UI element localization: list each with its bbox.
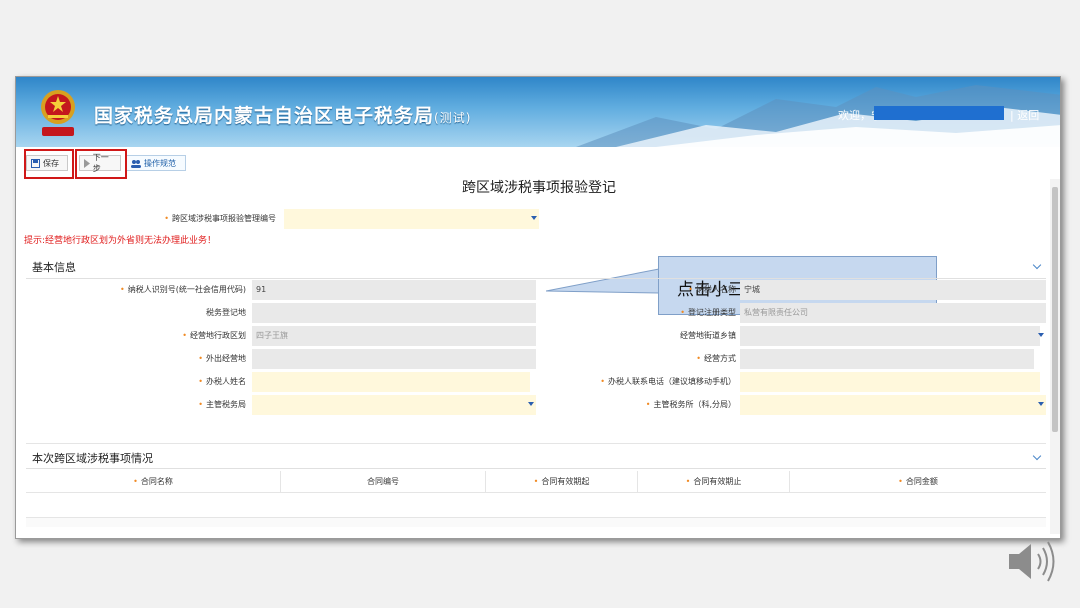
street-select[interactable] — [740, 326, 1040, 346]
column-header: • 合同有效期起 — [486, 471, 638, 493]
highlight-box-save — [24, 149, 74, 179]
highlight-box-next — [75, 149, 127, 179]
vertical-scrollbar[interactable] — [1050, 179, 1060, 534]
speaker-icon[interactable] — [1005, 534, 1060, 589]
taxpayer-id-field: 91 — [252, 280, 536, 300]
tax-emblem-icon — [41, 90, 75, 136]
reg-type-field: 私营有限责任公司 — [740, 303, 1046, 323]
table-footer — [26, 517, 1046, 527]
taxpayer-name-field: 宁城 — [740, 280, 1046, 300]
form-title: 跨区域涉税事项报验登记 — [462, 180, 616, 196]
return-link[interactable]: | 返回 — [1010, 107, 1039, 123]
users-icon — [131, 159, 141, 168]
collapse-chevron-icon[interactable] — [1032, 260, 1042, 270]
column-header: • 合同金额 — [898, 477, 938, 486]
contracts-title: 本次跨区域涉税事项情况 — [32, 452, 153, 465]
site-title: 国家税务总局内蒙古自治区电子税务局(测试) — [94, 105, 472, 127]
screenshot-frame: 国家税务总局内蒙古自治区电子税务局(测试) 欢迎，宁 | 返回 保存 下一步 操… — [15, 76, 1061, 539]
handler-phone-label: • 办税人联系电话（建议填移动手机） — [600, 377, 736, 386]
contracts-table-header: • 合同名称 合同编号 • 合同有效期起 • 合同有效期止 • 合同金额 — [26, 471, 1046, 493]
business-mode-field[interactable] — [740, 349, 1034, 369]
warning-text: 提示:经营地行政区划为外省则无法办理此业务！ — [24, 236, 217, 246]
street-dropdown-caret-icon[interactable] — [1038, 333, 1044, 337]
basic-info-title: 基本信息 — [32, 261, 76, 274]
contracts-section-header[interactable]: 本次跨区域涉税事项情况 — [26, 443, 1046, 469]
header-banner: 国家税务总局内蒙古自治区电子税务局(测试) 欢迎，宁 | 返回 — [16, 77, 1060, 147]
column-header: • 合同有效期止 — [638, 471, 790, 493]
street-label: 经营地街道乡镇 — [680, 331, 736, 340]
tax-office-select[interactable] — [740, 395, 1046, 415]
handler-name-label: • 办税人姓名 — [198, 377, 246, 386]
tax-office-label: • 主管税务所（科,分局） — [645, 400, 736, 409]
outbound-place-field — [252, 349, 536, 369]
required-star: • — [164, 214, 169, 223]
scrollbar-thumb[interactable] — [1052, 187, 1058, 432]
handler-phone-input[interactable] — [740, 372, 1040, 392]
reg-type-label: • 登记注册类型 — [680, 308, 736, 317]
site-title-suffix: (测试) — [434, 111, 472, 125]
mgmt-no-dropdown-caret-icon[interactable] — [531, 216, 537, 220]
collapse-chevron-icon[interactable] — [1032, 451, 1042, 461]
mgmt-no-select[interactable] — [284, 209, 539, 229]
username-redaction — [874, 106, 1004, 120]
tax-office-dropdown-caret-icon[interactable] — [1038, 402, 1044, 406]
handler-name-input[interactable] — [252, 372, 530, 392]
tax-bureau-dropdown-caret-icon[interactable] — [528, 402, 534, 406]
tax-bureau-label: • 主管税务局 — [198, 400, 246, 409]
tax-reg-place-field — [252, 303, 536, 323]
business-mode-label: • 经营方式 — [696, 354, 736, 363]
tax-bureau-select[interactable] — [252, 395, 536, 415]
operation-guide-button[interactable]: 操作规范 — [126, 155, 186, 171]
taxpayer-name-label: • 纳税人名称 — [688, 285, 736, 294]
mgmt-no-label: • 跨区域涉税事项报验管理编号 — [164, 214, 276, 223]
outbound-place-label: • 外出经营地 — [198, 354, 246, 363]
operation-guide-label: 操作规范 — [144, 158, 176, 168]
admin-region-label: • 经营地行政区划 — [182, 331, 246, 340]
toolbar: 保存 下一步 操作规范 — [16, 147, 1060, 177]
taxpayer-id-label: • 纳税人识别号(统一社会信用代码) — [120, 285, 246, 294]
basic-info-section-header[interactable]: 基本信息 — [26, 253, 1046, 279]
admin-region-field: 四子王旗 — [252, 326, 536, 346]
tax-reg-place-label: 税务登记地 — [206, 308, 246, 317]
column-header: 合同编号 — [281, 471, 486, 493]
column-header: • 合同名称 — [26, 471, 281, 493]
